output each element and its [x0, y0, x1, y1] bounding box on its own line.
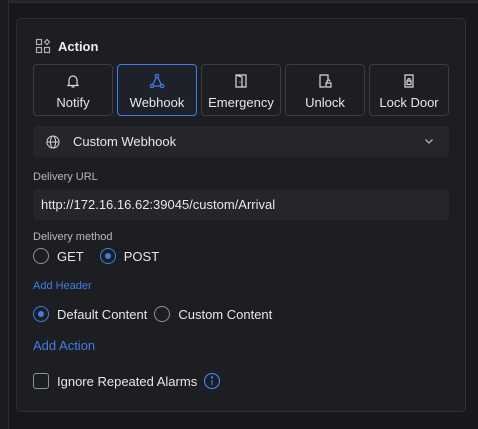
- default-content-label: Default Content: [57, 306, 148, 322]
- action-panel: Action Notify Webhook Emergency Unlock L…: [16, 18, 466, 412]
- globe-icon: [46, 134, 60, 149]
- radio-circle: [99, 248, 116, 264]
- radio-circle: [154, 306, 171, 322]
- delivery-method-label: Delivery method: [33, 231, 113, 243]
- chevron-down-icon: [423, 135, 435, 147]
- tab-unlock-label: Unlock: [305, 95, 345, 110]
- custom-content-label: Custom Content: [178, 306, 273, 322]
- delivery-url-label: Delivery URL: [33, 171, 98, 183]
- bell-icon: [65, 73, 81, 89]
- lock-door-icon: [401, 73, 417, 89]
- delivery-method-group: GET POST: [33, 248, 159, 264]
- section-header: Action: [35, 38, 98, 54]
- add-header-link[interactable]: Add Header: [33, 280, 92, 292]
- ignore-repeated-row: Ignore Repeated Alarms: [33, 372, 221, 390]
- tab-lock-door[interactable]: Lock Door: [369, 64, 449, 116]
- door-open-icon: [233, 73, 249, 89]
- custom-content-radio[interactable]: Custom Content: [154, 306, 272, 322]
- tab-webhook[interactable]: Webhook: [117, 64, 197, 116]
- tab-notify[interactable]: Notify: [33, 64, 113, 116]
- webhook-type-select[interactable]: Custom Webhook: [33, 126, 449, 157]
- webhook-type-value: Custom Webhook: [73, 134, 177, 149]
- ignore-repeated-label: Ignore Repeated Alarms: [57, 373, 198, 389]
- tab-emergency[interactable]: Emergency: [201, 64, 281, 116]
- tab-lock-door-label: Lock Door: [379, 95, 439, 110]
- info-icon[interactable]: [203, 372, 221, 390]
- tab-emergency-label: Emergency: [208, 95, 274, 110]
- method-get-label: GET: [57, 248, 84, 264]
- top-divider: [0, 0, 478, 3]
- delivery-url-input[interactable]: [33, 189, 449, 220]
- default-content-radio[interactable]: Default Content: [33, 306, 147, 322]
- section-title: Action: [58, 38, 99, 54]
- ignore-repeated-checkbox[interactable]: [33, 373, 49, 389]
- tab-notify-label: Notify: [56, 95, 90, 110]
- webhook-icon: [149, 73, 165, 89]
- radio-circle: [33, 248, 49, 264]
- add-action-link[interactable]: Add Action: [33, 338, 95, 353]
- unlock-door-icon: [317, 73, 333, 89]
- method-get-radio[interactable]: GET: [33, 248, 84, 264]
- content-mode-group: Default Content Custom Content: [33, 306, 272, 322]
- method-post-radio[interactable]: POST: [99, 248, 160, 264]
- tab-unlock[interactable]: Unlock: [285, 64, 365, 116]
- action-type-tabs: Notify Webhook Emergency Unlock Lock Doo…: [33, 64, 449, 116]
- radio-circle: [33, 306, 49, 322]
- grid-apps-icon: [35, 38, 51, 54]
- left-pane-edge: [0, 0, 9, 429]
- method-post-label: POST: [123, 248, 160, 264]
- tab-webhook-label: Webhook: [129, 95, 185, 110]
